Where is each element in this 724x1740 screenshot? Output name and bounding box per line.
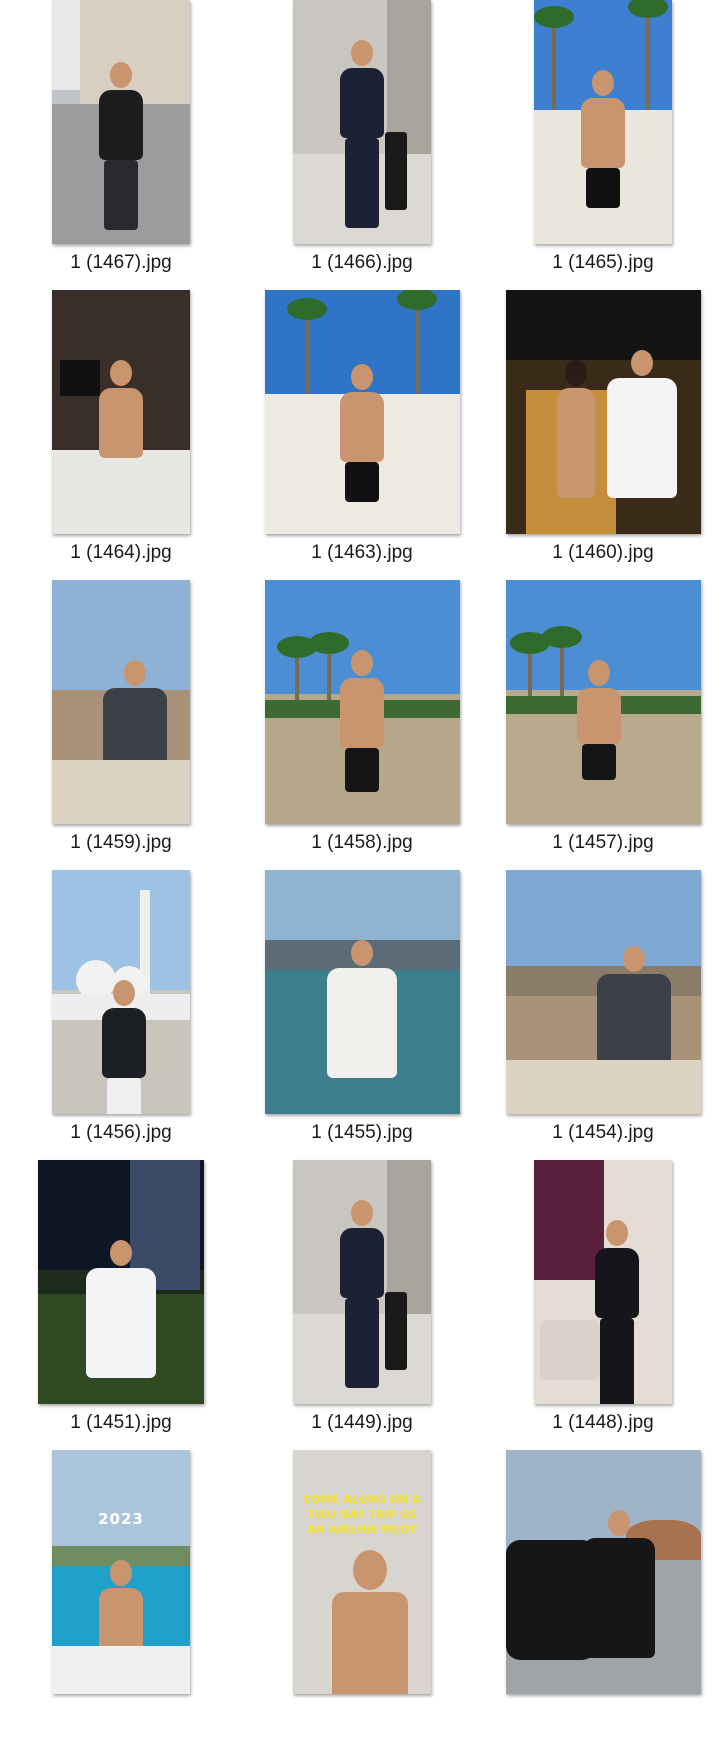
thumbnail-frame xyxy=(482,580,724,824)
file-item[interactable]: 2023 xyxy=(0,1450,242,1740)
thumbnail-frame xyxy=(0,870,242,1114)
mosque-icon xyxy=(52,870,190,1114)
file-item[interactable]: 1 (1464).jpg xyxy=(0,290,242,580)
file-item[interactable]: 1 (1467).jpg xyxy=(0,0,242,290)
file-item[interactable]: COME ALONG ON A TWO DAY TRIP AS AN AIRLI… xyxy=(241,1450,483,1740)
file-name-label: 1 (1451).jpg xyxy=(70,1412,172,1433)
file-name-label: 1 (1449).jpg xyxy=(311,1412,413,1433)
file-name-label: 1 (1448).jpg xyxy=(552,1412,654,1433)
beach-palms-icon xyxy=(534,0,672,244)
file-item[interactable]: 1 (1460).jpg xyxy=(482,290,724,580)
thumbnail-frame xyxy=(0,290,242,534)
file-item[interactable]: 1 (1465).jpg xyxy=(482,0,724,290)
file-item[interactable]: 1 (1458).jpg xyxy=(241,580,483,870)
terrace-cafe-icon xyxy=(52,580,190,824)
thumbnail-frame xyxy=(482,0,724,244)
thumbnail-frame xyxy=(0,1160,242,1404)
file-item[interactable]: 1 (1463).jpg xyxy=(241,290,483,580)
thumbnail-frame xyxy=(482,1450,724,1694)
hallway-suit-icon xyxy=(293,0,431,244)
thumbnail-frame xyxy=(482,870,724,1114)
file-name-label: 1 (1455).jpg xyxy=(311,1122,413,1143)
hallway-suit-icon xyxy=(293,1160,431,1404)
file-name-label: 1 (1458).jpg xyxy=(311,832,413,853)
kitchen-icon xyxy=(52,290,190,534)
thumbnail-frame: COME ALONG ON A TWO DAY TRIP AS AN AIRLI… xyxy=(241,1450,483,1694)
file-item[interactable]: 1 (1449).jpg xyxy=(241,1160,483,1450)
file-name-label: 1 (1465).jpg xyxy=(552,252,654,273)
file-item[interactable]: 1 (1459).jpg xyxy=(0,580,242,870)
file-item[interactable]: 1 (1451).jpg xyxy=(0,1160,242,1450)
thumbnail-frame xyxy=(241,580,483,824)
beach-palms-icon xyxy=(264,290,460,534)
file-name-label: 1 (1466).jpg xyxy=(311,252,413,273)
thumbnail-frame xyxy=(241,290,483,534)
file-name-label: 1 (1456).jpg xyxy=(70,1122,172,1143)
thumbnail-frame xyxy=(0,0,242,244)
file-name-label: 1 (1464).jpg xyxy=(70,542,172,563)
car-desert-icon xyxy=(505,1450,701,1694)
file-name-label: 1 (1454).jpg xyxy=(552,1122,654,1143)
skyline-sunset-icon xyxy=(264,870,460,1114)
night-city-icon xyxy=(38,1160,204,1404)
file-name-label: 1 (1457).jpg xyxy=(552,832,654,853)
selfie-mirror-icon: COME ALONG ON A TWO DAY TRIP AS AN AIRLI… xyxy=(293,1450,431,1694)
pilot-room-icon xyxy=(534,1160,672,1404)
photo-overlay-text: COME ALONG ON A TWO DAY TRIP AS AN AIRLI… xyxy=(303,1493,421,1536)
file-thumbnail-grid: 1 (1467).jpg 1 (1466).jpg 1 (1465).jpg 1… xyxy=(0,0,724,1694)
file-name-label: 1 (1467).jpg xyxy=(70,252,172,273)
thumbnail-frame xyxy=(241,0,483,244)
thumbnail-frame xyxy=(482,1160,724,1404)
boat-sea-icon: 2023 xyxy=(52,1450,190,1694)
file-item[interactable]: 1 (1466).jpg xyxy=(241,0,483,290)
thumbnail-frame xyxy=(241,1160,483,1404)
file-name-label: 1 (1460).jpg xyxy=(552,542,654,563)
file-item[interactable] xyxy=(482,1450,724,1740)
file-name-label: 1 (1463).jpg xyxy=(311,542,413,563)
resort-beach-icon xyxy=(264,580,460,824)
night-couple-icon xyxy=(505,290,701,534)
photo-overlay-text: 2023 xyxy=(98,1510,144,1528)
file-item[interactable]: 1 (1455).jpg xyxy=(241,870,483,1160)
file-name-label: 1 (1459).jpg xyxy=(70,832,172,853)
city-street-icon xyxy=(52,0,190,244)
thumbnail-frame: 2023 xyxy=(0,1450,242,1694)
terrace-cafe-icon xyxy=(505,870,701,1114)
file-item[interactable]: 1 (1456).jpg xyxy=(0,870,242,1160)
file-item[interactable]: 1 (1457).jpg xyxy=(482,580,724,870)
file-item[interactable]: 1 (1454).jpg xyxy=(482,870,724,1160)
file-item[interactable]: 1 (1448).jpg xyxy=(482,1160,724,1450)
thumbnail-frame xyxy=(0,580,242,824)
thumbnail-frame xyxy=(482,290,724,534)
resort-beach-icon xyxy=(505,580,701,824)
thumbnail-frame xyxy=(241,870,483,1114)
